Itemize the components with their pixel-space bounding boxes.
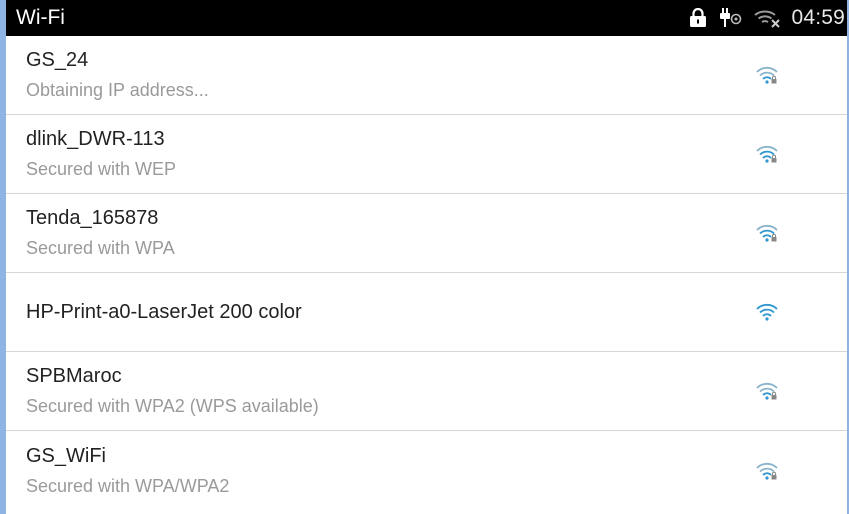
network-text: Tenda_165878 Secured with WPA xyxy=(26,205,175,261)
wifi-locked-icon xyxy=(745,211,789,255)
network-status: Secured with WPA/WPA2 xyxy=(26,475,230,496)
list-item[interactable]: GS_24 Obtaining IP address... xyxy=(6,36,847,115)
network-name: HP-Print-a0-LaserJet 200 color xyxy=(26,301,302,323)
list-item[interactable]: GS_WiFi Secured with WPA/WPA2 xyxy=(6,431,847,510)
network-status: Obtaining IP address... xyxy=(26,80,209,100)
lock-icon xyxy=(689,8,707,28)
network-name: Tenda_165878 xyxy=(26,207,159,229)
network-text: GS_24 Obtaining IP address... xyxy=(26,47,209,103)
wifi-locked-icon xyxy=(745,53,789,97)
network-name: GS_WiFi xyxy=(26,444,106,467)
network-status: Secured with WPA xyxy=(26,238,175,258)
wifi-locked-icon xyxy=(745,369,789,413)
network-text: GS_WiFi Secured with WPA/WPA2 xyxy=(26,443,229,499)
usb-debug-icon xyxy=(717,7,743,29)
network-name: SPBMaroc xyxy=(26,365,122,387)
network-name: dlink_DWR-113 xyxy=(26,128,165,150)
list-item[interactable]: SPBMaroc Secured with WPA2 (WPS availabl… xyxy=(6,352,847,431)
list-item[interactable]: HP-Print-a0-LaserJet 200 color xyxy=(6,273,847,352)
network-status: Secured with WEP xyxy=(26,159,177,179)
wifi-locked-icon xyxy=(745,132,789,176)
wifi-open-icon xyxy=(745,290,789,334)
clock: 04:59 xyxy=(791,6,845,29)
network-text: SPBMaroc Secured with WPA2 (WPS availabl… xyxy=(26,363,319,419)
network-list: GS_24 Obtaining IP address... dlink_DWR-… xyxy=(6,36,847,510)
status-icons: 04:59 xyxy=(689,6,847,30)
list-item[interactable]: Tenda_165878 Secured with WPA xyxy=(6,194,847,273)
network-name: GS_24 xyxy=(26,49,89,71)
wifi-off-icon xyxy=(753,7,781,29)
page-title: Wi-Fi xyxy=(16,6,65,29)
list-item[interactable]: dlink_DWR-113 Secured with WEP xyxy=(6,115,847,194)
network-status: Secured with WPA2 (WPS available) xyxy=(26,396,319,416)
network-text: HP-Print-a0-LaserJet 200 color xyxy=(26,299,302,325)
wifi-locked-icon xyxy=(745,449,789,493)
status-bar: Wi-Fi 04:59 xyxy=(6,0,847,36)
network-text: dlink_DWR-113 Secured with WEP xyxy=(26,126,176,182)
wifi-settings-window: Wi-Fi 04:59 GS_24 Obtaining IP address..… xyxy=(0,0,849,514)
